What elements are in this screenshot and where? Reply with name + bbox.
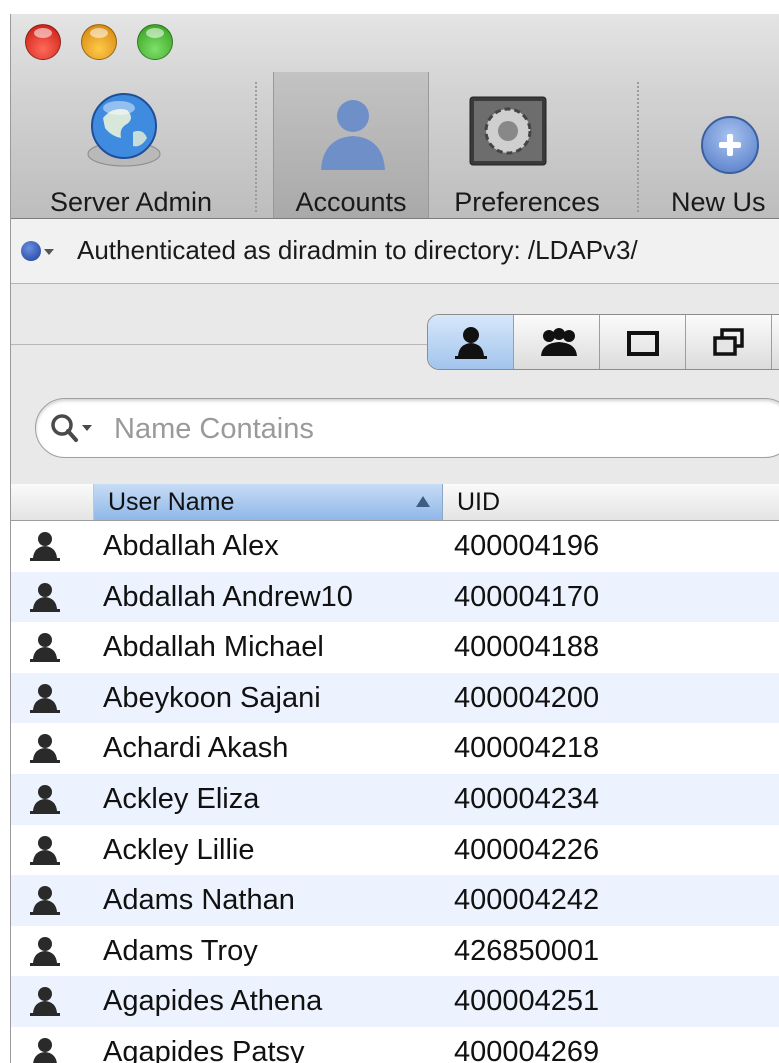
column-header-user-name[interactable]: User Name [94, 484, 443, 520]
table-row[interactable]: Adams Nathan 400004242 [11, 875, 779, 926]
account-type-segmented-control [427, 314, 779, 370]
directory-globe-icon[interactable] [21, 241, 41, 261]
user-name-cell: Adams Nathan [103, 884, 295, 917]
workgroup-manager-window: Server Admin Accounts Preferences New Us… [10, 14, 779, 1063]
toolbar-separator [255, 82, 257, 212]
user-icon [30, 835, 60, 865]
computer-icon [627, 331, 659, 356]
toolbar: Server Admin Accounts Preferences New Us [11, 14, 779, 219]
uid-cell: 400004269 [454, 1035, 600, 1063]
search-input[interactable] [112, 409, 756, 449]
user-icon [30, 886, 60, 916]
user-name-cell: Agapides Patsy [103, 1035, 305, 1063]
user-list: Abdallah Alex 400004196 Abdallah Andrew1… [11, 521, 779, 1063]
uid-cell: 400004218 [454, 732, 600, 765]
table-header: User Name UID [11, 484, 779, 521]
user-name-cell: Achardi Akash [103, 732, 289, 765]
uid-cell: 400004188 [454, 631, 600, 664]
uid-cell: 400004234 [454, 782, 600, 815]
zoom-window-button[interactable] [137, 24, 173, 60]
table-row[interactable]: Adams Troy 426850001 [11, 926, 779, 977]
tab-users[interactable] [428, 315, 514, 369]
authentication-bar: Authenticated as diradmin to directory: … [11, 219, 779, 284]
user-icon [30, 683, 60, 713]
chevron-down-icon[interactable] [44, 249, 54, 255]
uid-cell: 400004251 [454, 985, 600, 1018]
toolbar-accounts[interactable]: Accounts [273, 72, 429, 218]
table-row[interactable]: Abeykoon Sajani 400004200 [11, 672, 779, 724]
user-name-cell: Abdallah Michael [103, 631, 324, 664]
close-window-button[interactable] [25, 24, 61, 60]
table-row[interactable]: Ackley Lillie 400004226 [11, 825, 779, 876]
user-name-cell: Abdallah Andrew10 [103, 580, 353, 613]
toolbar-preferences[interactable]: Preferences [429, 72, 625, 218]
group-icon [541, 328, 577, 356]
search-field[interactable] [35, 398, 779, 458]
plus-icon [701, 116, 759, 174]
tab-computer-groups[interactable] [686, 315, 772, 369]
person-icon [321, 100, 385, 170]
tab-groups[interactable] [514, 315, 600, 369]
search-bar [11, 390, 779, 493]
auth-status-text: Authenticated as diradmin to directory: … [77, 235, 638, 265]
table-row[interactable]: Agapides Patsy 400004269 [11, 1027, 779, 1063]
computer-group-icon [713, 328, 744, 356]
minimize-window-button[interactable] [81, 24, 117, 60]
user-name-cell: Abeykoon Sajani [103, 681, 321, 714]
user-icon [30, 936, 60, 966]
sort-ascending-icon [416, 496, 430, 507]
toolbar-separator [637, 82, 639, 212]
table-row[interactable]: Achardi Akash 400004218 [11, 723, 779, 774]
table-row[interactable]: Agapides Athena 400004251 [11, 976, 779, 1027]
user-icon [30, 734, 60, 764]
toolbar-label-server-admin: Server Admin [49, 187, 213, 217]
table-row[interactable]: Abdallah Michael 400004188 [11, 622, 779, 673]
user-name-cell: Agapides Athena [103, 985, 323, 1018]
uid-cell: 400004196 [454, 530, 600, 562]
user-icon [455, 327, 487, 359]
toolbar-new-user[interactable]: New Us [661, 72, 779, 218]
uid-cell: 400004242 [454, 884, 600, 917]
tab-computers[interactable] [600, 315, 686, 369]
column-header-uid[interactable]: UID [443, 484, 779, 520]
globe-icon [87, 93, 161, 167]
user-icon [30, 987, 60, 1017]
uid-cell: 400004226 [454, 833, 600, 866]
user-icon [33, 1037, 57, 1063]
table-row[interactable]: Ackley Eliza 400004234 [11, 773, 779, 825]
user-icon [30, 784, 60, 814]
user-icon [30, 532, 60, 561]
account-type-bar [11, 284, 779, 390]
user-name-cell: Adams Troy [103, 934, 258, 967]
gear-icon [469, 96, 547, 166]
uid-cell: 400004170 [454, 580, 600, 613]
toolbar-server-admin[interactable]: Server Admin [11, 72, 251, 218]
column-header-label: UID [457, 488, 501, 516]
toolbar-label-new-user: New Us [671, 187, 766, 217]
toolbar-label-accounts: Accounts [295, 187, 407, 217]
user-name-cell: Abdallah Alex [103, 530, 279, 562]
search-icon[interactable] [50, 413, 98, 445]
user-icon [30, 582, 60, 612]
toolbar-label-preferences: Preferences [454, 187, 600, 217]
uid-cell: 426850001 [454, 934, 600, 967]
column-header-label: User Name [108, 488, 235, 516]
user-icon [30, 633, 60, 663]
table-row[interactable]: Abdallah Alex 400004196 [11, 521, 779, 572]
divider [11, 344, 431, 345]
column-header-icon[interactable] [11, 484, 94, 520]
uid-cell: 400004200 [454, 681, 600, 714]
user-name-cell: Ackley Lillie [103, 833, 255, 866]
table-row[interactable]: Abdallah Andrew10 400004170 [11, 571, 779, 623]
user-name-cell: Ackley Eliza [103, 782, 260, 815]
